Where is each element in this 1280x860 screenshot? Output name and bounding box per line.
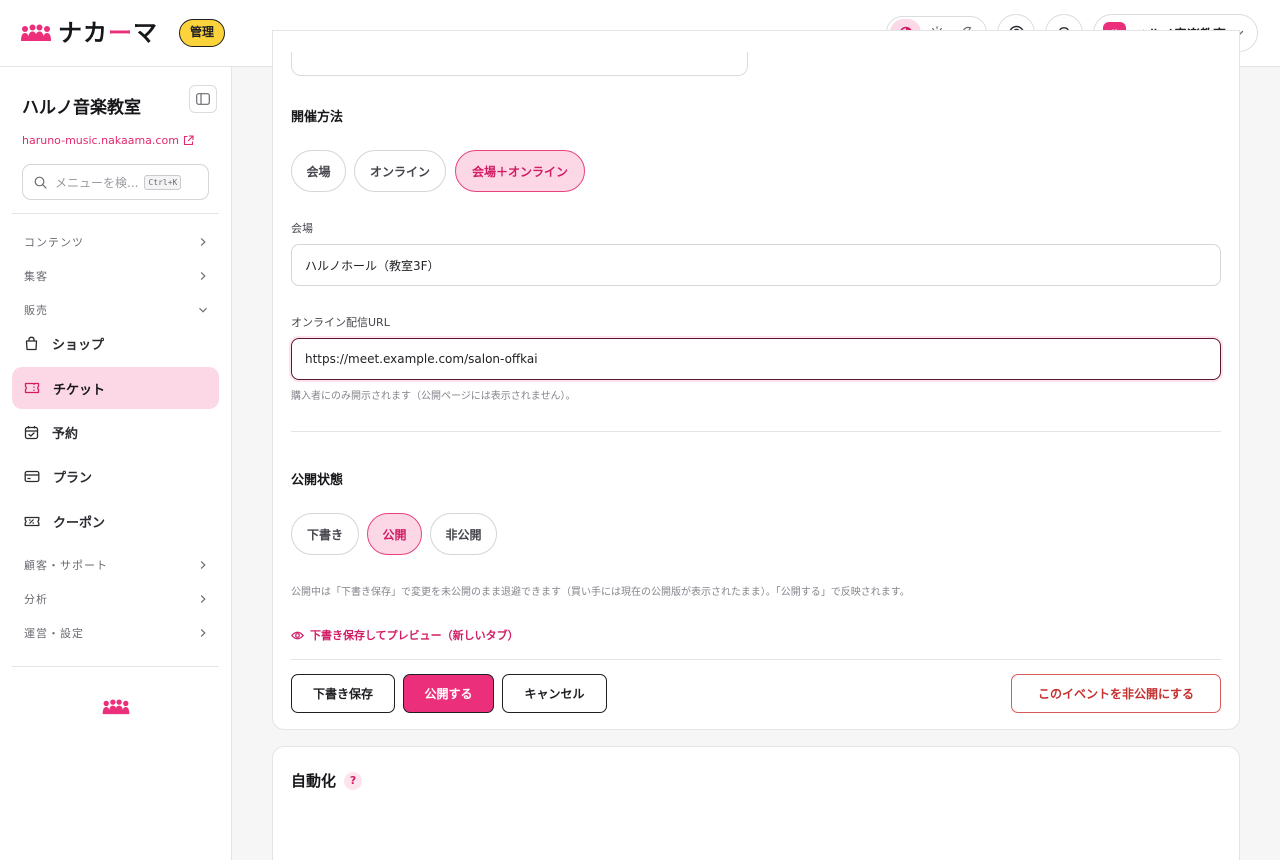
sidebar-item-label: クーポン [53, 515, 106, 531]
group-label: 集客 [24, 270, 48, 283]
sidebar-group-marketing[interactable]: 集客 [24, 266, 208, 286]
admin-badge: 管理 [179, 19, 226, 47]
sidebar-item-label: プラン [53, 470, 93, 486]
event-form-card [272, 30, 1240, 730]
method-section-title: 開催方法 [291, 110, 344, 125]
previous-field-input[interactable] [291, 52, 748, 76]
status-option-draft[interactable]: 下書き [291, 513, 359, 555]
shopping-bag-icon [25, 336, 38, 350]
preview-link-label: 下書き保存してプレビュー（新しいタブ） [310, 629, 519, 642]
people-logo-icon [21, 24, 51, 41]
online-url-input[interactable]: https://meet.example.com/salon-offkai [291, 338, 1221, 380]
external-link-icon [183, 135, 194, 146]
status-option-private[interactable]: 非公開 [430, 513, 497, 555]
search-icon [34, 176, 47, 189]
sidebar-group-operations[interactable]: 運営・設定 [24, 623, 208, 643]
sidebar-item-coupon[interactable]: クーポン [12, 500, 219, 542]
actions-divider [291, 659, 1221, 660]
method-option-online[interactable]: オンライン [354, 150, 446, 192]
site-name: ハルノ音楽教室 [22, 98, 141, 118]
publish-button[interactable]: 公開する [403, 674, 494, 713]
sidebar-group-analytics[interactable]: 分析 [24, 589, 208, 609]
method-option-hybrid[interactable]: 会場＋オンライン [455, 150, 585, 192]
status-section-title: 公開状態 [291, 473, 344, 488]
people-logo-icon [102, 699, 130, 715]
site-url-text: haruno-music.nakaama.com [22, 134, 179, 147]
sidebar-item-label: チケット [53, 382, 106, 398]
save-and-preview-link[interactable]: 下書き保存してプレビュー（新しいタブ） [291, 627, 519, 643]
method-option-venue[interactable]: 会場 [291, 150, 346, 192]
sidebar: ハルノ音楽教室 haruno-music.nakaama.com メニューを検.… [0, 67, 232, 860]
chevron-right-icon [200, 272, 206, 280]
nakama-logo[interactable]: ナカーマ [21, 18, 158, 48]
online-url-help: 購入者にのみ開示されます（公開ページには表示されません）。 [291, 391, 576, 402]
venue-value: ハルノホール（教室3F） [305, 258, 440, 273]
site-url-link[interactable]: haruno-music.nakaama.com [22, 134, 194, 147]
venue-label: 会場 [291, 222, 313, 235]
logo-wordmark: ナカーマ [58, 19, 158, 47]
venue-input[interactable]: ハルノホール（教室3F） [291, 244, 1221, 286]
calendar-check-icon [24, 425, 39, 439]
sidebar-item-shop[interactable]: ショップ [12, 322, 219, 364]
sidebar-group-contents[interactable]: コンテンツ [24, 232, 208, 252]
sidebar-item-ticket[interactable]: チケット [12, 367, 219, 409]
group-label: 販売 [24, 304, 48, 317]
group-label: コンテンツ [24, 236, 84, 249]
chevron-down-icon [199, 307, 207, 313]
chevron-right-icon [200, 561, 206, 569]
sidebar-group-customers[interactable]: 顧客・サポート [24, 555, 208, 575]
status-option-public[interactable]: 公開 [367, 513, 422, 555]
section-divider [291, 431, 1221, 432]
eye-icon [291, 631, 304, 639]
automation-card [272, 746, 1240, 860]
search-shortcut-badge: Ctrl+K [144, 174, 182, 190]
sidebar-toggle-icon [196, 93, 210, 105]
sidebar-divider [12, 666, 219, 667]
sidebar-item-label: ショップ [52, 337, 105, 353]
chevron-right-icon [200, 595, 206, 603]
group-label: 運営・設定 [24, 627, 84, 640]
status-help: 公開中は「下書き保存」で変更を未公開のまま退避できます（買い手には現在の公開版が… [291, 587, 910, 598]
search-placeholder: メニューを検... [55, 175, 139, 190]
credit-card-icon [24, 470, 40, 482]
group-label: 顧客・サポート [24, 559, 108, 572]
sidebar-divider [12, 213, 219, 214]
sidebar-item-plan[interactable]: プラン [12, 455, 219, 497]
coupon-icon [24, 516, 40, 526]
online-url-value: https://meet.example.com/salon-offkai [305, 352, 538, 366]
automation-help-icon[interactable]: ? [344, 771, 363, 790]
sidebar-group-sales[interactable]: 販売 [24, 300, 208, 320]
chevron-right-icon [200, 238, 206, 246]
automation-header: 自動化 ? [291, 770, 363, 791]
online-url-label: オンライン配信URL [291, 316, 390, 329]
cancel-button[interactable]: キャンセル [502, 674, 607, 713]
menu-search-input[interactable]: メニューを検... Ctrl+K [22, 164, 209, 200]
automation-title: 自動化 [291, 772, 337, 790]
sidebar-item-label: 予約 [52, 426, 79, 442]
ticket-icon [24, 382, 40, 394]
chevron-right-icon [200, 629, 206, 637]
group-label: 分析 [24, 593, 48, 606]
sidebar-item-reservation[interactable]: 予約 [12, 411, 219, 453]
save-draft-button[interactable]: 下書き保存 [291, 674, 395, 713]
collapse-sidebar-button[interactable] [189, 85, 217, 113]
unpublish-event-button[interactable]: このイベントを非公開にする [1011, 674, 1221, 713]
